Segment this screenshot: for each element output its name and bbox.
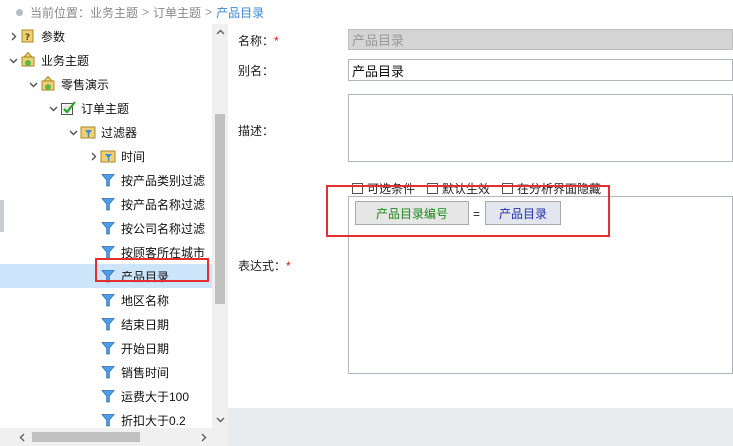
expand-down-icon[interactable] — [6, 48, 20, 72]
alias-input[interactable]: 产品目录 — [348, 59, 733, 81]
filter-icon — [100, 172, 116, 188]
tree-item[interactable]: 按产品名称过滤 — [0, 192, 212, 216]
order-theme-icon — [60, 100, 76, 116]
tree-item-label: 运费大于100 — [121, 389, 190, 404]
filter-icon — [100, 196, 116, 212]
tree-item-label: 按公司名称过滤 — [121, 221, 206, 236]
breadcrumb-separator: > — [205, 5, 213, 19]
tree-item[interactable]: 过滤器 — [0, 120, 212, 144]
breadcrumb-item-business[interactable]: 业务主题 — [90, 4, 138, 21]
tree-item-label: 时间 — [121, 149, 146, 164]
name-label: 名称：* — [238, 32, 279, 49]
tree-vertical-scrollbar[interactable] — [212, 24, 228, 428]
filter-icon — [100, 364, 116, 380]
scroll-right-icon[interactable] — [196, 428, 212, 446]
tree-item-label: 业务主题 — [41, 53, 90, 68]
alias-label: 别名： — [238, 64, 275, 78]
filter-icon — [100, 220, 116, 236]
filter-folder-icon — [80, 124, 96, 140]
breadcrumb-item-order[interactable]: 订单主题 — [153, 4, 201, 21]
expand-down-icon[interactable] — [66, 120, 80, 144]
panel-splitter-handle[interactable] — [0, 200, 4, 232]
scroll-down-icon[interactable] — [212, 412, 228, 428]
tree-item-label: 开始日期 — [121, 341, 170, 356]
name-required-mark: * — [274, 34, 279, 48]
expression-highlight — [326, 185, 610, 237]
expression-label-text: 表达式： — [238, 259, 287, 273]
tree-item[interactable]: 运费大于100 — [0, 384, 212, 408]
tree-item[interactable]: 开始日期 — [0, 336, 212, 360]
tree-item[interactable]: 按公司名称过滤 — [0, 216, 212, 240]
tree-item-label: 零售演示 — [61, 77, 110, 92]
expand-right-icon[interactable] — [86, 144, 100, 168]
breadcrumb-current: 产品目录 — [216, 5, 265, 20]
expression-required-mark: * — [286, 259, 291, 273]
tree-item-label: 按产品类别过滤 — [121, 173, 206, 188]
form-footer — [228, 408, 733, 446]
svg-text:?: ? — [25, 33, 30, 43]
name-field: 产品目录 — [348, 29, 733, 50]
tree-item[interactable]: 地区名称 — [0, 288, 212, 312]
filter-icon — [100, 292, 116, 308]
horizontal-scroll-thumb[interactable] — [32, 432, 140, 442]
tree-item[interactable]: 业务主题 — [0, 48, 212, 72]
tree-item[interactable]: 折扣大于0.2 — [0, 408, 212, 428]
filter-icon — [100, 412, 116, 428]
breadcrumb-prefix: 当前位置： — [30, 5, 91, 20]
expand-down-icon[interactable] — [26, 72, 40, 96]
business-theme-icon — [20, 52, 36, 68]
parameter-folder-icon: ? — [20, 28, 36, 44]
scroll-up-icon[interactable] — [212, 24, 228, 40]
description-label: 描述： — [238, 124, 275, 138]
resource-tree: ? 参数业务主题零售演示订单主题过滤器时间按产品类别过滤 按产品名称过滤 按公司名称过… — [0, 24, 228, 446]
tree-item-label: 结束日期 — [121, 317, 170, 332]
business-theme-icon — [40, 76, 56, 92]
location-dot-icon — [16, 8, 23, 16]
tree-selection-highlight — [95, 258, 209, 282]
filter-icon — [100, 316, 116, 332]
filter-folder-icon — [100, 148, 116, 164]
tree-horizontal-scrollbar[interactable] — [0, 428, 228, 446]
tree-item-label: 销售时间 — [121, 365, 170, 380]
filter-icon — [100, 340, 116, 356]
description-input[interactable] — [348, 94, 733, 162]
tree-item[interactable]: 结束日期 — [0, 312, 212, 336]
tree-item-label: 按产品名称过滤 — [121, 197, 206, 212]
tree-item[interactable]: 销售时间 — [0, 360, 212, 384]
tree-item[interactable]: ? 参数 — [0, 24, 212, 48]
expand-down-icon[interactable] — [46, 96, 60, 120]
tree-item[interactable]: 订单主题 — [0, 96, 212, 120]
expression-label: 表达式：* — [238, 257, 291, 274]
tree-item-label: 过滤器 — [101, 125, 138, 140]
tree-item-label: 参数 — [41, 29, 66, 44]
breadcrumb: 当前位置： 业务主题 > 订单主题 > 产品目录 — [0, 0, 733, 24]
tree-item-label: 折扣大于0.2 — [121, 413, 186, 428]
scroll-left-icon[interactable] — [14, 428, 30, 446]
tree-item-label: 地区名称 — [121, 293, 170, 308]
name-label-text: 名称： — [238, 34, 275, 48]
tree-rows: ? 参数业务主题零售演示订单主题过滤器时间按产品类别过滤 按产品名称过滤 按公司名称过… — [0, 24, 212, 428]
tree-item[interactable]: 按产品类别过滤 — [0, 168, 212, 192]
breadcrumb-separator: > — [142, 5, 150, 19]
expand-right-icon[interactable] — [6, 24, 20, 48]
tree-item-label: 订单主题 — [81, 101, 130, 116]
tree-item[interactable]: 时间 — [0, 144, 212, 168]
vertical-scroll-thumb[interactable] — [215, 114, 225, 304]
filter-icon — [100, 388, 116, 404]
tree-item[interactable]: 零售演示 — [0, 72, 212, 96]
